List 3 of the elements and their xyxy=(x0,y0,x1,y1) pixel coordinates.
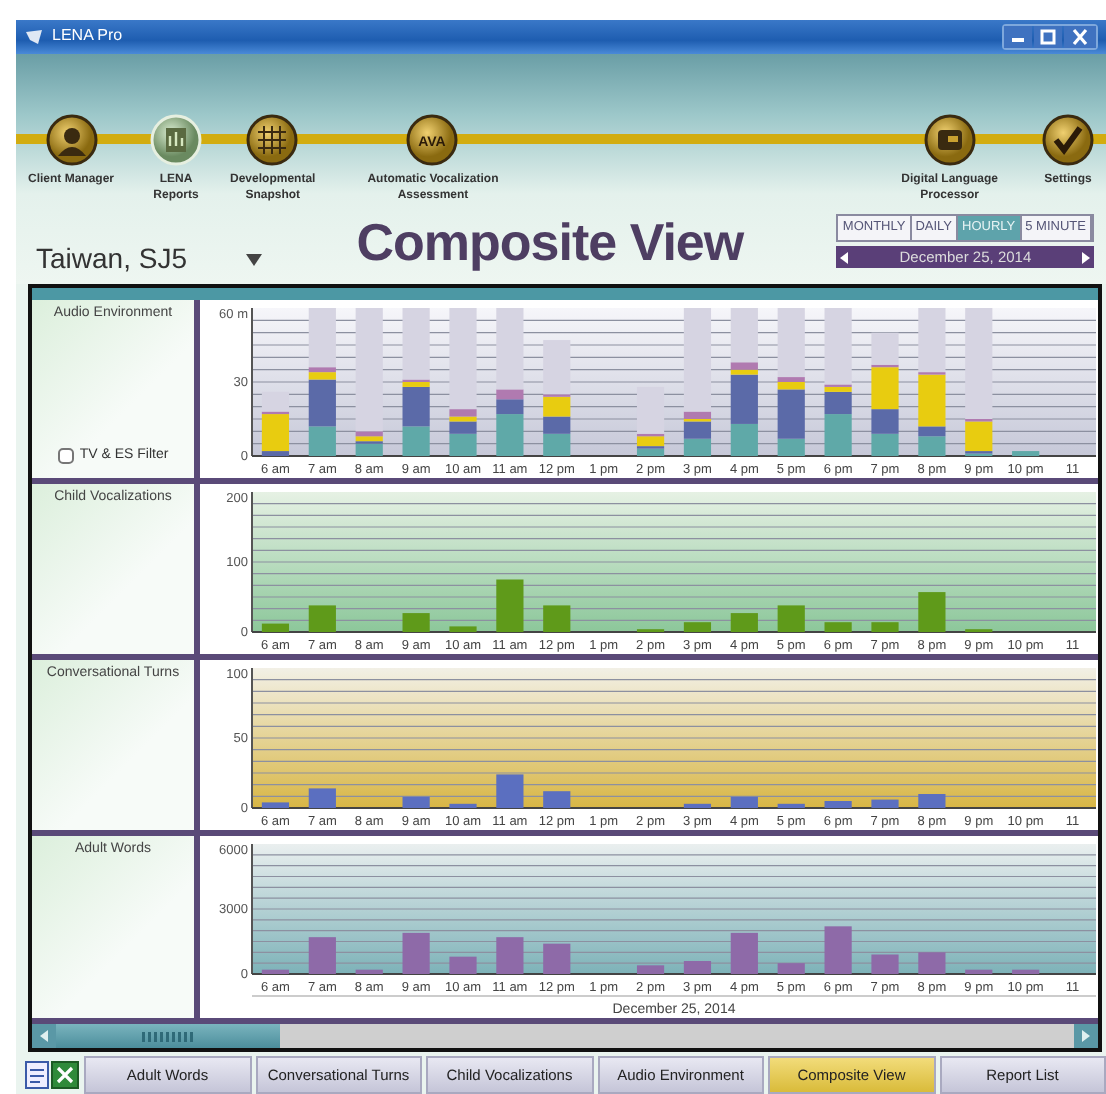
page-title: Composite View xyxy=(356,212,744,273)
client-name: Taiwan, SJ5 xyxy=(36,240,187,279)
window-title: LENA Pro xyxy=(52,24,123,49)
